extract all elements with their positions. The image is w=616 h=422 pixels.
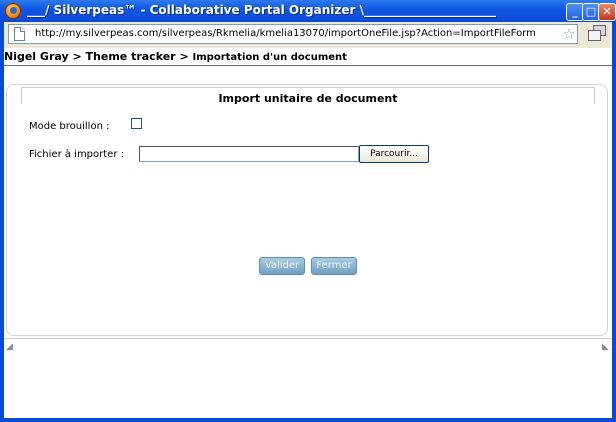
- page-content: Nigel Gray > Theme tracker > Importation…: [4, 48, 612, 418]
- file-label: Fichier à importer :: [29, 149, 124, 160]
- import-panel: Import unitaire de document Mode brouill…: [6, 84, 608, 336]
- breadcrumb-item-user[interactable]: Nigel Gray: [4, 50, 69, 63]
- url-field[interactable]: http://my.silverpeas.com/silverpeas/Rkme…: [8, 24, 578, 44]
- validate-button[interactable]: Valider: [259, 257, 305, 275]
- browse-button[interactable]: Parcourir...: [359, 145, 429, 163]
- draft-mode-checkbox[interactable]: [131, 118, 142, 129]
- restore-icon[interactable]: [588, 25, 606, 41]
- breadcrumb: Nigel Gray > Theme tracker > Importation…: [4, 50, 347, 64]
- breadcrumb-current: Importation d'un document: [192, 52, 347, 63]
- close-button[interactable]: ✕: [598, 3, 616, 21]
- url-text[interactable]: http://my.silverpeas.com/silverpeas/Rkme…: [35, 28, 535, 42]
- breadcrumb-separator: >: [179, 50, 189, 63]
- corner-arrow-icon: ◢: [6, 342, 13, 352]
- draft-mode-label: Mode brouillon :: [29, 121, 110, 132]
- breadcrumb-divider: [4, 65, 612, 66]
- star-icon[interactable]: ☆: [561, 25, 577, 43]
- footer-divider: [4, 338, 612, 339]
- address-bar: http://my.silverpeas.com/silverpeas/Rkme…: [4, 22, 612, 48]
- browser-window: ___/ Silverpeas™ - Collaborative Portal …: [0, 0, 616, 422]
- panel-header: Import unitaire de document: [21, 87, 595, 105]
- page-icon: [14, 27, 25, 41]
- breadcrumb-item-theme[interactable]: Theme tracker: [86, 50, 176, 63]
- firefox-icon[interactable]: [5, 3, 21, 19]
- breadcrumb-separator: >: [72, 50, 82, 63]
- panel-title: Import unitaire de document: [218, 92, 398, 105]
- window-title: ___/ Silverpeas™ - Collaborative Portal …: [27, 3, 496, 17]
- close-form-button[interactable]: Fermer: [311, 257, 357, 275]
- corner-arrow-icon: ◣: [602, 342, 609, 352]
- title-bar[interactable]: ___/ Silverpeas™ - Collaborative Portal …: [0, 0, 616, 22]
- file-path-input[interactable]: [139, 146, 359, 162]
